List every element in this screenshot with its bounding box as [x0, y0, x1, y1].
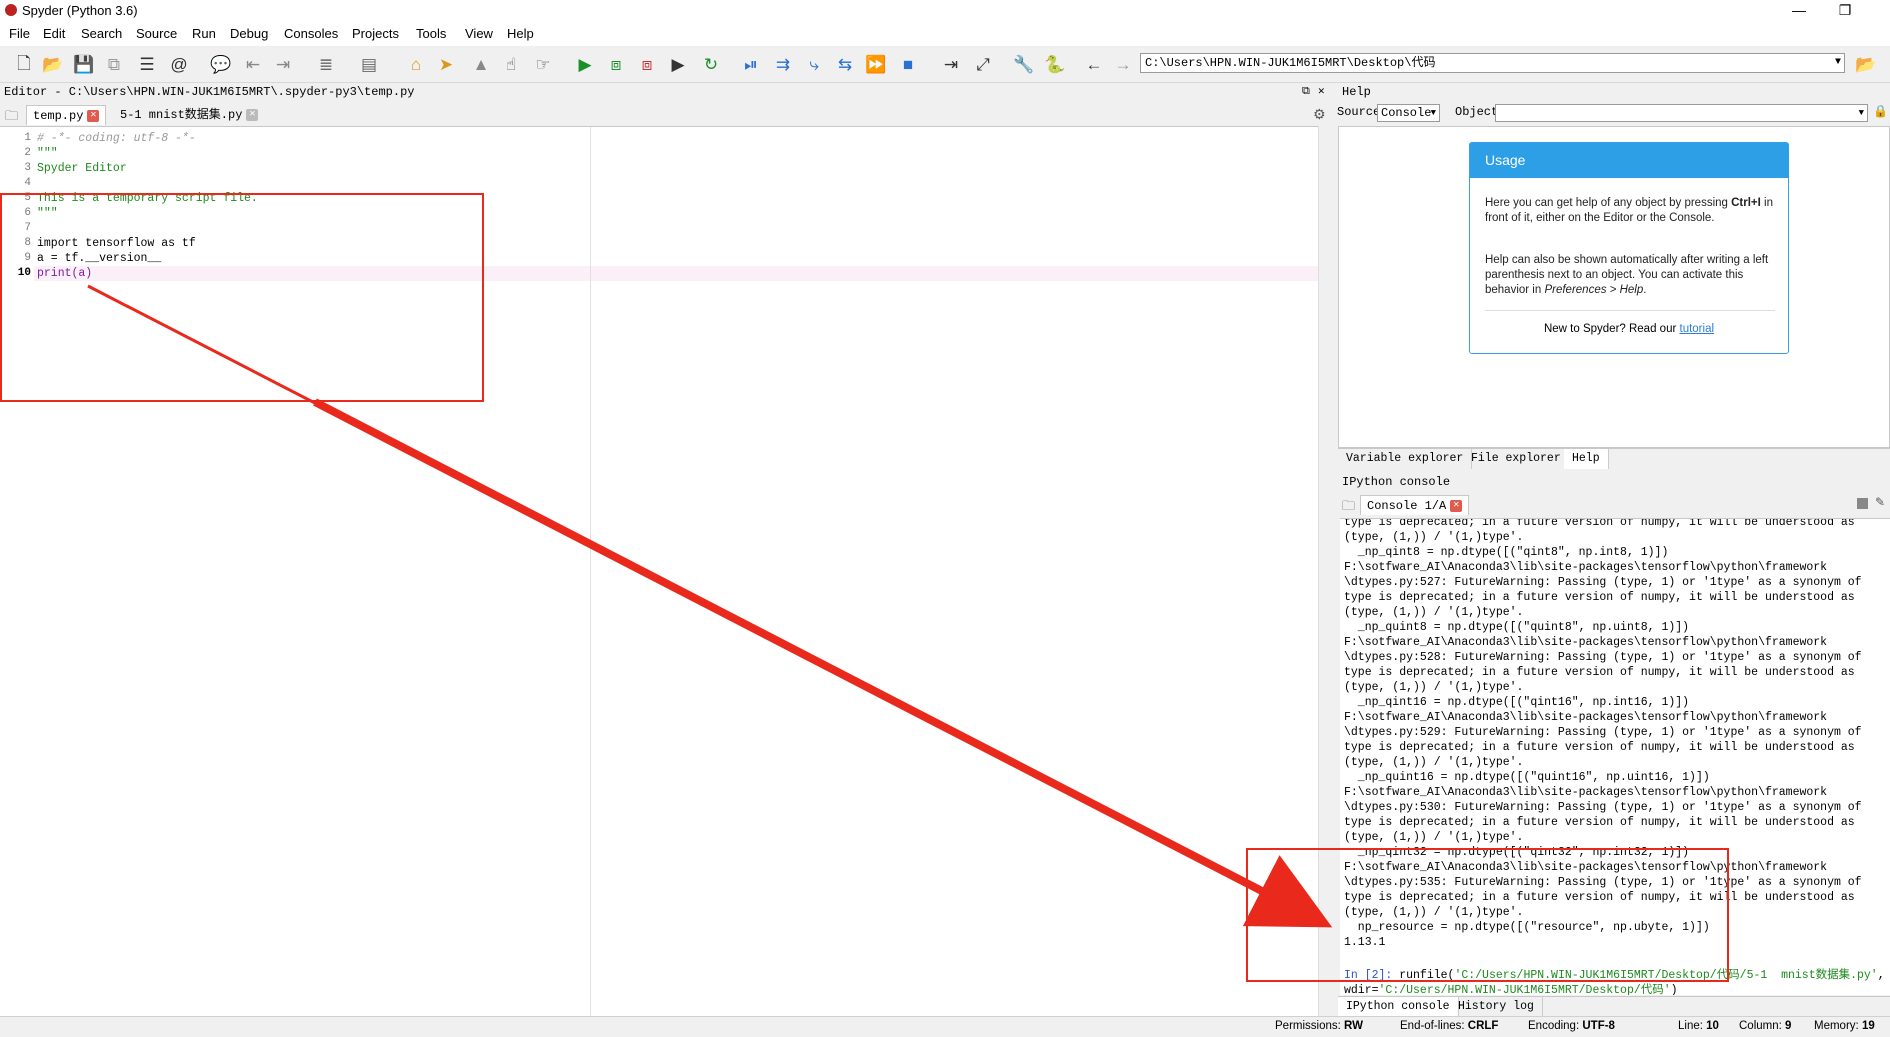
arrow-line-thick [313, 398, 1333, 928]
annotation-arrow [87, 284, 1333, 928]
